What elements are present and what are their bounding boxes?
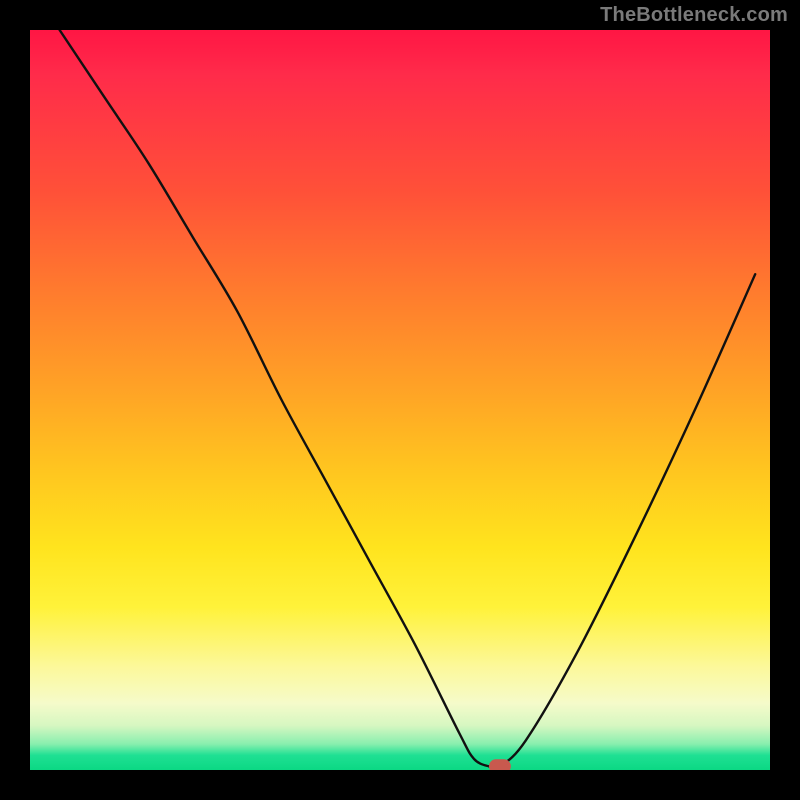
watermark-text: TheBottleneck.com bbox=[600, 4, 788, 27]
bottleneck-curve bbox=[60, 30, 756, 769]
optimum-marker bbox=[489, 759, 511, 770]
chart-svg bbox=[30, 30, 770, 770]
chart-frame: TheBottleneck.com bbox=[0, 0, 800, 800]
plot-area bbox=[30, 30, 770, 770]
